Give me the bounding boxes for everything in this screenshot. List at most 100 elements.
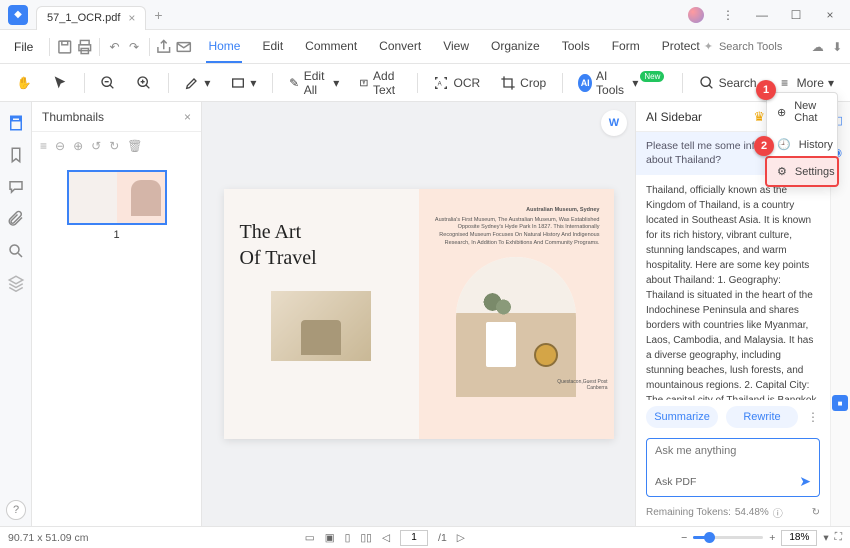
thumb-rotate-right-icon[interactable]: ↻ [109, 139, 119, 153]
tab-protect[interactable]: Protect [660, 31, 702, 63]
tab-convert[interactable]: Convert [377, 31, 423, 63]
ai-side-launcher-icon[interactable]: ■ [832, 395, 848, 411]
tab-close-icon[interactable]: × [128, 11, 135, 25]
separator [149, 38, 150, 56]
prev-page-icon[interactable]: ◁ [382, 532, 390, 544]
search-tools[interactable]: ✦ [704, 40, 799, 53]
fit-page-icon[interactable]: ▣ [325, 532, 335, 544]
zoom-input[interactable] [781, 530, 817, 546]
document-viewport[interactable]: W The Art Of Travel Australian Museum, S… [202, 102, 635, 526]
rewrite-button[interactable]: Rewrite [726, 406, 798, 428]
rail-attachment-icon[interactable] [7, 210, 25, 228]
tab-title: 57_1_OCR.pdf [47, 12, 120, 24]
ask-pdf-toggle[interactable]: Ask PDF [655, 476, 696, 488]
tab-edit[interactable]: Edit [260, 31, 285, 63]
ai-actions-more-icon[interactable]: ⋮ [806, 410, 820, 424]
thumb-zoom-in-icon[interactable]: ⊕ [73, 139, 83, 153]
info-icon[interactable]: ⓘ [773, 505, 783, 520]
ai-sidebar-title: AI Sidebar [646, 110, 702, 124]
tokens-value: 54.48% [735, 507, 769, 518]
cloud-icon[interactable]: ☁ [809, 34, 827, 60]
zoom-plus-icon[interactable]: + [769, 532, 775, 544]
document-tab[interactable]: 57_1_OCR.pdf × [36, 6, 146, 30]
zoom-minus-icon[interactable]: − [681, 532, 687, 544]
thumbnail-label: 1 [42, 229, 191, 241]
redo-icon[interactable]: ↷ [125, 34, 143, 60]
pencil-icon: ✎ [289, 75, 300, 91]
maximize-button[interactable]: ☐ [780, 3, 812, 27]
thumb-list-icon[interactable]: ≡ [40, 139, 47, 153]
ai-tools-button[interactable]: AIAI Tools ▾New [570, 69, 674, 97]
fit-width-icon[interactable]: ▭ [305, 532, 315, 544]
rail-thumbnails-icon[interactable] [7, 114, 25, 132]
view-facing-icon[interactable]: ▯▯ [360, 532, 372, 544]
zoom-slider[interactable] [693, 536, 763, 539]
rectangle-icon [230, 75, 246, 91]
next-page-icon[interactable]: ▷ [457, 532, 465, 544]
kebab-icon[interactable]: ⋮ [712, 3, 744, 27]
left-rail [0, 102, 32, 526]
highlight-icon [184, 75, 200, 91]
thumbnail-page-1[interactable] [67, 170, 167, 225]
minimize-button[interactable]: — [746, 3, 778, 27]
refresh-icon[interactable]: ↻ [812, 507, 820, 518]
dropdown-new-chat[interactable]: ⊕ New Chat [767, 93, 837, 131]
dropdown-settings[interactable]: ⚙ Settings [767, 158, 837, 185]
crop-icon [500, 75, 516, 91]
rail-comment-icon[interactable] [7, 178, 25, 196]
tab-organize[interactable]: Organize [489, 31, 542, 63]
ai-text-input[interactable] [655, 445, 811, 457]
edit-all-button[interactable]: ✎Edit All ▾ [281, 69, 348, 97]
tab-form[interactable]: Form [610, 31, 642, 63]
download-icon[interactable]: ⬇ [828, 34, 846, 60]
undo-icon[interactable]: ↶ [106, 34, 124, 60]
ai-input-box[interactable]: Ask PDF ➤ [646, 438, 820, 497]
menu-tabs: Home Edit Comment Convert View Organize … [206, 31, 701, 63]
dropdown-history[interactable]: 🕘 History [767, 131, 837, 158]
add-tab-button[interactable]: + [154, 7, 162, 23]
zoom-out-button[interactable] [92, 69, 124, 97]
app-logo-icon: ◆ [8, 5, 28, 25]
tab-home[interactable]: Home [206, 31, 242, 63]
add-text-button[interactable]: Add Text [351, 69, 409, 97]
thumbnails-close-icon[interactable]: × [184, 110, 191, 124]
crop-button[interactable]: Crop [492, 69, 554, 97]
tab-view[interactable]: View [441, 31, 471, 63]
convert-word-icon[interactable]: W [601, 110, 627, 136]
view-single-icon[interactable]: ▯ [345, 532, 351, 544]
crown-icon[interactable]: ♛ [753, 109, 765, 125]
search-tools-input[interactable] [719, 41, 799, 53]
zoom-thumb[interactable] [704, 532, 715, 543]
tab-tools[interactable]: Tools [560, 31, 592, 63]
send-icon[interactable]: ➤ [799, 473, 811, 490]
rail-bookmark-icon[interactable] [7, 146, 25, 164]
toolbar: ✋ ▾ ▾ ✎Edit All ▾ Add Text AOCR Crop AIA… [0, 64, 850, 102]
hand-tool[interactable]: ✋ [8, 69, 40, 97]
search-button[interactable]: Search [691, 69, 765, 97]
share-icon[interactable] [155, 34, 173, 60]
file-menu[interactable]: File [4, 36, 43, 58]
save-icon[interactable] [56, 34, 74, 60]
email-icon[interactable] [175, 34, 193, 60]
tab-comment[interactable]: Comment [303, 31, 359, 63]
print-icon[interactable] [76, 34, 94, 60]
thumb-zoom-out-icon[interactable]: ⊖ [55, 139, 65, 153]
fullscreen-icon[interactable]: ⛶ [835, 531, 842, 544]
select-tool[interactable] [44, 69, 76, 97]
highlight-button[interactable]: ▾ [176, 69, 218, 97]
rail-layers-icon[interactable] [7, 274, 25, 292]
menu-icon: ≡ [777, 75, 793, 91]
summarize-button[interactable]: Summarize [646, 406, 718, 428]
account-avatar-icon[interactable] [688, 7, 704, 23]
thumb-delete-icon[interactable]: 🗑 [127, 139, 142, 153]
chevron-down-icon[interactable]: ▾ [823, 532, 828, 544]
window-close-button[interactable]: × [814, 3, 846, 27]
museum-body: Australia's First Museum, The Australian… [433, 217, 600, 248]
zoom-in-button[interactable] [128, 69, 160, 97]
help-button[interactable]: ? [6, 500, 26, 520]
page-input[interactable] [400, 530, 428, 546]
shape-button[interactable]: ▾ [222, 69, 264, 97]
ocr-button[interactable]: AOCR [425, 69, 488, 97]
rail-search-icon[interactable] [7, 242, 25, 260]
thumb-rotate-left-icon[interactable]: ↺ [91, 139, 101, 153]
